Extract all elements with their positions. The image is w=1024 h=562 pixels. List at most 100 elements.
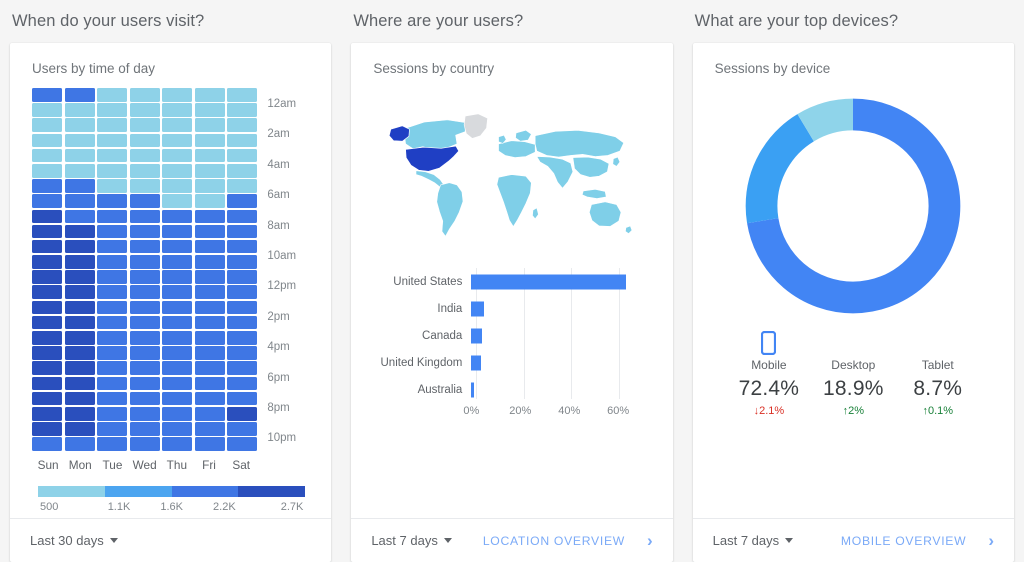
- heatmap-cell[interactable]: [97, 270, 128, 284]
- heatmap-cell[interactable]: [129, 300, 160, 315]
- heatmap-cell[interactable]: [64, 255, 95, 269]
- heatmap-cell[interactable]: [194, 346, 225, 360]
- heatmap-cell[interactable]: [32, 391, 63, 406]
- heatmap-cell[interactable]: [129, 422, 160, 436]
- heatmap-cell[interactable]: [227, 331, 258, 345]
- heatmap-cell[interactable]: [162, 285, 193, 300]
- heatmap-cell[interactable]: [64, 376, 95, 391]
- heatmap-cell[interactable]: [64, 391, 95, 406]
- heatmap-cell[interactable]: [97, 300, 128, 315]
- heatmap-cell[interactable]: [32, 331, 63, 345]
- heatmap-cell[interactable]: [227, 133, 258, 148]
- heatmap-cell[interactable]: [97, 361, 128, 375]
- chevron-right-icon[interactable]: ›: [647, 532, 653, 549]
- heatmap-cell[interactable]: [129, 148, 160, 163]
- heatmap-cell[interactable]: [32, 300, 63, 315]
- heatmap-cell[interactable]: [227, 163, 258, 178]
- world-map[interactable]: [367, 86, 656, 258]
- heatmap-cell[interactable]: [162, 103, 193, 117]
- heatmap-cell[interactable]: [32, 422, 63, 436]
- heatmap-cell[interactable]: [194, 361, 225, 375]
- heatmap-cell[interactable]: [32, 437, 63, 451]
- bar-row[interactable]: United Kingdom: [371, 349, 642, 376]
- heatmap-cell[interactable]: [194, 437, 225, 451]
- heatmap-cell[interactable]: [32, 361, 63, 375]
- heatmap-cell[interactable]: [194, 179, 225, 193]
- heatmap-cell[interactable]: [129, 361, 160, 375]
- heatmap-cell[interactable]: [129, 224, 160, 239]
- heatmap-cell[interactable]: [97, 209, 128, 224]
- heatmap-cell[interactable]: [32, 346, 63, 360]
- date-range-selector-1[interactable]: Last 30 days: [30, 533, 118, 548]
- heatmap-cell[interactable]: [194, 239, 225, 254]
- heatmap-cell[interactable]: [194, 391, 225, 406]
- heatmap-cell[interactable]: [64, 179, 95, 193]
- heatmap-cell[interactable]: [162, 88, 193, 102]
- heatmap-cell[interactable]: [64, 285, 95, 300]
- heatmap-cell[interactable]: [64, 194, 95, 208]
- heatmap-cell[interactable]: [129, 179, 160, 193]
- heatmap-cell[interactable]: [129, 437, 160, 451]
- heatmap-cell[interactable]: [97, 391, 128, 406]
- heatmap-cell[interactable]: [64, 224, 95, 239]
- heatmap-cell[interactable]: [64, 315, 95, 330]
- heatmap-cell[interactable]: [194, 315, 225, 330]
- heatmap-cell[interactable]: [162, 239, 193, 254]
- heatmap-cell[interactable]: [227, 224, 258, 239]
- bar-row[interactable]: Canada: [371, 322, 642, 349]
- heatmap-cell[interactable]: [194, 103, 225, 117]
- heatmap-cell[interactable]: [227, 209, 258, 224]
- heatmap-cell[interactable]: [162, 331, 193, 345]
- heatmap-cell[interactable]: [129, 331, 160, 345]
- heatmap-cell[interactable]: [194, 270, 225, 284]
- heatmap-cell[interactable]: [97, 179, 128, 193]
- heatmap-cell[interactable]: [227, 255, 258, 269]
- heatmap-cell[interactable]: [129, 209, 160, 224]
- heatmap-cell[interactable]: [64, 331, 95, 345]
- heatmap-cell[interactable]: [162, 179, 193, 193]
- heatmap-cell[interactable]: [32, 163, 63, 178]
- heatmap-cell[interactable]: [227, 376, 258, 391]
- heatmap-cell[interactable]: [129, 315, 160, 330]
- heatmap-cell[interactable]: [32, 255, 63, 269]
- heatmap-cell[interactable]: [162, 300, 193, 315]
- heatmap-cell[interactable]: [162, 270, 193, 284]
- heatmap-cell[interactable]: [97, 437, 128, 451]
- date-range-selector-3[interactable]: Last 7 days: [713, 533, 794, 548]
- heatmap-cell[interactable]: [64, 239, 95, 254]
- heatmap-cell[interactable]: [64, 148, 95, 163]
- heatmap-cell[interactable]: [64, 437, 95, 451]
- heatmap-cell[interactable]: [227, 239, 258, 254]
- heatmap-cell[interactable]: [162, 315, 193, 330]
- heatmap-cell[interactable]: [32, 133, 63, 148]
- heatmap-cell[interactable]: [194, 406, 225, 421]
- heatmap-cell[interactable]: [227, 103, 258, 117]
- heatmap-cell[interactable]: [97, 406, 128, 421]
- heatmap-cell[interactable]: [32, 179, 63, 193]
- heatmap-cell[interactable]: [194, 224, 225, 239]
- heatmap-cell[interactable]: [162, 163, 193, 178]
- heatmap-cell[interactable]: [194, 148, 225, 163]
- heatmap-cell[interactable]: [194, 422, 225, 436]
- heatmap-cell[interactable]: [97, 331, 128, 345]
- heatmap-cell[interactable]: [227, 88, 258, 102]
- heatmap-cell[interactable]: [227, 315, 258, 330]
- heatmap-cell[interactable]: [162, 224, 193, 239]
- heatmap-cell[interactable]: [32, 239, 63, 254]
- heatmap-cell[interactable]: [129, 103, 160, 117]
- heatmap-cell[interactable]: [129, 255, 160, 269]
- heatmap-cell[interactable]: [97, 224, 128, 239]
- heatmap-cell[interactable]: [32, 315, 63, 330]
- heatmap-cell[interactable]: [162, 133, 193, 148]
- heatmap-cell[interactable]: [194, 376, 225, 391]
- heatmap-cell[interactable]: [162, 361, 193, 375]
- heatmap-cell[interactable]: [97, 194, 128, 208]
- heatmap-cell[interactable]: [162, 118, 193, 132]
- map-region-united-states[interactable]: [405, 145, 460, 172]
- heatmap-cell[interactable]: [194, 163, 225, 178]
- heatmap-cell[interactable]: [162, 209, 193, 224]
- heatmap-cell[interactable]: [194, 331, 225, 345]
- heatmap-cell[interactable]: [64, 163, 95, 178]
- heatmap-cell[interactable]: [32, 103, 63, 117]
- heatmap-cell[interactable]: [194, 255, 225, 269]
